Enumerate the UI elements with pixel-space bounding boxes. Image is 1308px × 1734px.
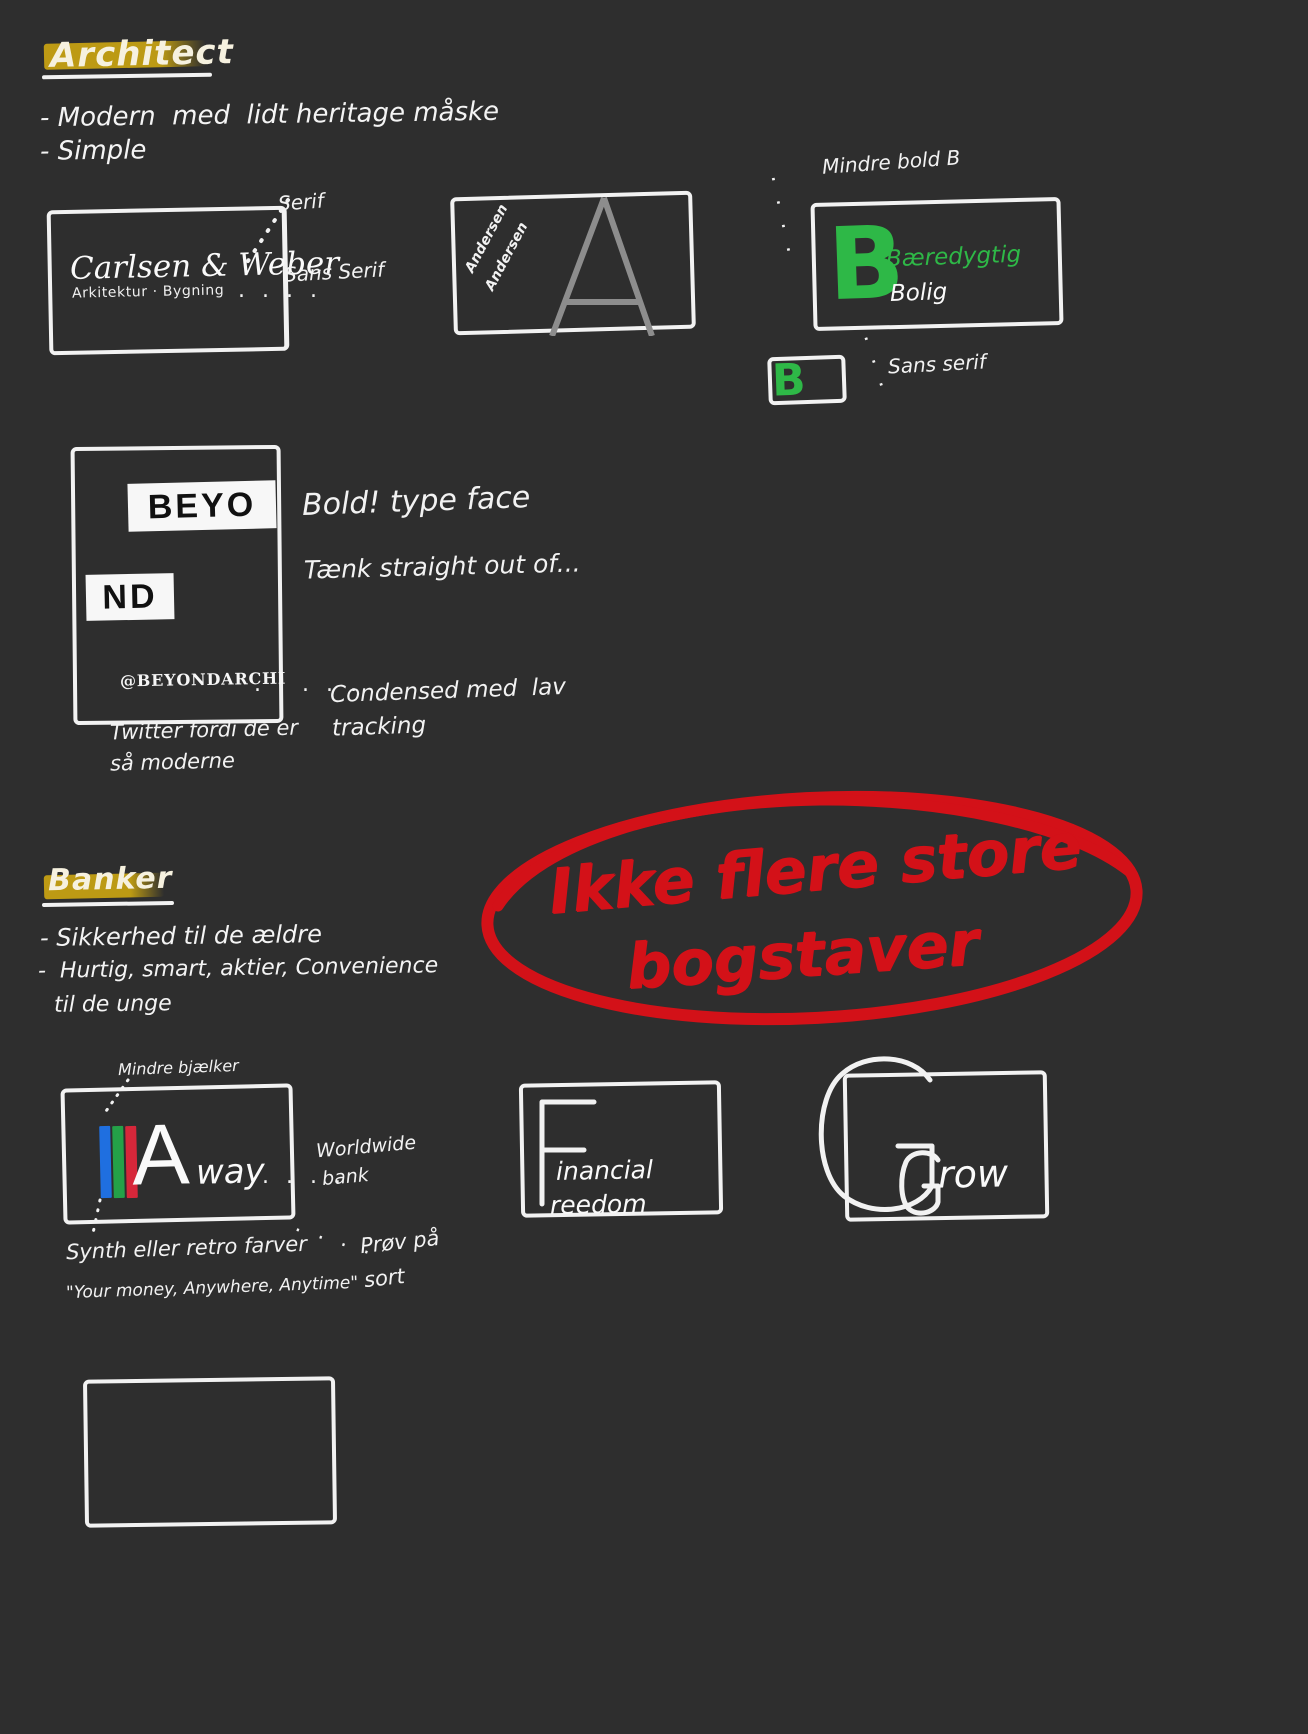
banker-bullet-0: - Sikkerhed til de ældre xyxy=(39,920,323,952)
mindre-bold-b-leader-dots: . . . . xyxy=(765,172,808,260)
grow-word: row xyxy=(937,1151,1009,1197)
annotation-proev-line-1: Prøv på xyxy=(358,1225,441,1259)
annotation-sans-serif-b: Sans serif xyxy=(887,349,987,379)
annotation-your-money-slogan: "Your money, Anywhere, Anytime" xyxy=(65,1272,359,1304)
away-word: way xyxy=(195,1151,266,1193)
away-bar-green xyxy=(112,1125,125,1199)
annotation-serif: Serif xyxy=(277,188,325,216)
architect-bullet-1: - Simple xyxy=(39,135,147,167)
annotation-mindre-bold-b: Mindre bold B xyxy=(821,145,962,179)
small-b-letter: B xyxy=(771,354,807,407)
away-letter-a: A xyxy=(130,1106,191,1204)
annotation-proev-line-2: sort xyxy=(362,1263,406,1293)
banker-heading-rule xyxy=(41,900,175,908)
note-twitter-line-1: Twitter fordi de er xyxy=(109,715,299,745)
beyond-chip-top: BEYO xyxy=(127,480,277,532)
baeredygtig-line-1: Bæredygtig xyxy=(885,241,1022,273)
architect-heading: Architect xyxy=(49,32,235,76)
synth-farver-leader-line xyxy=(90,1198,102,1240)
sketch-frame-empty xyxy=(82,1376,338,1528)
note-condensed-line-1: Condensed med lav xyxy=(329,673,567,709)
whiteboard-canvas: Architect - Modern med lidt heritage mås… xyxy=(0,0,1308,1734)
note-bold-typeface: Bold! type face xyxy=(301,480,531,523)
banker-bullet-2: til de unge xyxy=(53,991,172,1018)
baeredygtig-line-2: Bolig xyxy=(889,279,948,307)
note-condensed-line-2: tracking xyxy=(331,712,427,742)
carlsen-weber-tagline: Arkitektur · Bygning xyxy=(71,282,225,302)
financial-line-2: reedom xyxy=(549,1189,647,1220)
banker-bullet-1: - Hurtig, smart, aktier, Convenience xyxy=(37,953,439,984)
beyond-chip-bottom: ND xyxy=(85,573,175,621)
away-bar-blue xyxy=(99,1125,112,1199)
banker-heading: Banker xyxy=(47,860,173,899)
annotation-worldwide-line-1: Worldwide xyxy=(315,1131,417,1163)
financial-line-1: inancial xyxy=(555,1155,654,1186)
annotation-sans-serif: Sans Serif xyxy=(283,257,385,287)
note-twitter-line-2: så moderne xyxy=(109,748,236,776)
architect-bullet-0: - Modern med lidt heritage måske xyxy=(39,96,500,134)
annotation-worldwide-line-2: bank xyxy=(321,1164,370,1190)
note-tank-straight-out-of: Tænk straight out of... xyxy=(303,548,581,585)
